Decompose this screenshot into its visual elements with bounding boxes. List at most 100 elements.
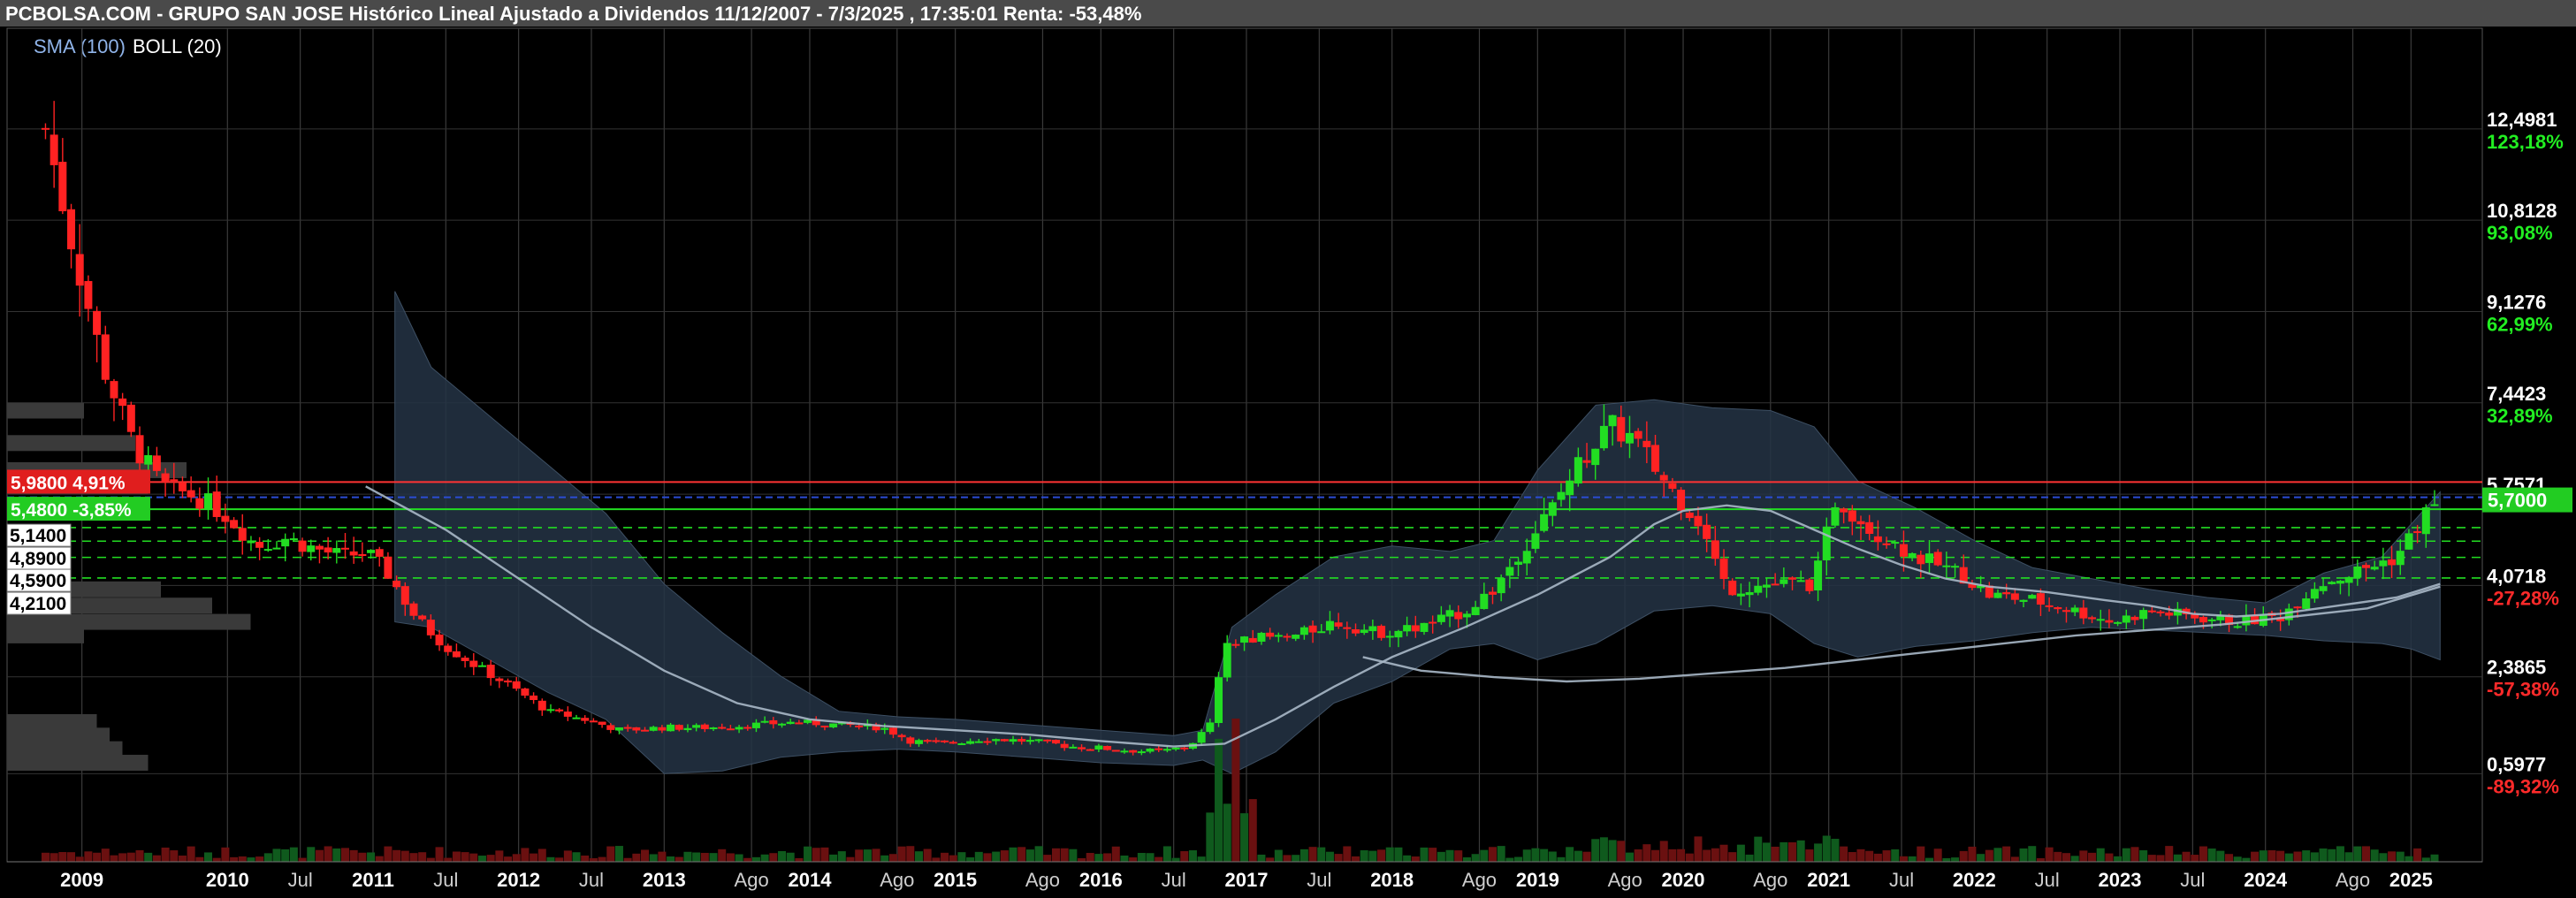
candle-body — [495, 678, 504, 681]
volume-bar — [1069, 849, 1078, 862]
candle-body — [2096, 619, 2105, 621]
candle-body — [1736, 593, 1745, 597]
volume-bar — [846, 856, 855, 862]
volume-bar — [1745, 854, 1754, 862]
volume-bar — [786, 852, 795, 862]
volume-bar — [409, 853, 418, 862]
volume-profile-bar — [7, 627, 84, 643]
candle-body — [932, 740, 941, 742]
volume-bar — [1642, 844, 1651, 862]
candle-body — [2207, 619, 2216, 621]
candle-body — [2036, 593, 2045, 605]
candle-body — [1445, 610, 1454, 617]
candle-body — [2088, 617, 2097, 620]
volume-bar — [1942, 857, 1951, 862]
volume-bar — [966, 857, 975, 862]
volume-bar — [247, 857, 255, 862]
candle-body — [1951, 566, 1960, 568]
volume-bar — [1908, 856, 1917, 862]
volume-bar — [589, 857, 598, 862]
volume-bar — [1171, 857, 1180, 862]
x-axis-label: Ago — [735, 869, 769, 891]
volume-bar — [1334, 854, 1343, 862]
volume-bar — [2088, 852, 2097, 862]
candle-body — [1343, 627, 1352, 629]
volume-bar — [84, 851, 93, 862]
candle-body — [1788, 577, 1797, 580]
right-axis: 12,4981123,18% 10,812893,08% 9,127662,99% 7… — [2482, 109, 2572, 797]
candle-body — [2165, 613, 2174, 616]
candle-body — [769, 719, 778, 725]
candle-body — [2370, 567, 2379, 570]
volume-bar — [1155, 856, 1163, 862]
volume-bar — [1274, 849, 1283, 862]
candle-body — [1625, 432, 1634, 444]
volume-bar — [135, 849, 144, 862]
volume-bar — [1403, 855, 1412, 862]
volume-bar — [743, 857, 752, 862]
candle-body — [1917, 554, 1925, 565]
volume-bar — [2147, 855, 2156, 862]
volume-bar — [1599, 837, 1608, 862]
candle-body — [272, 547, 281, 550]
chart-canvas[interactable]: PCBOLSA.COM - GRUPO SAN JOSE Histórico L… — [0, 0, 2576, 898]
candle-body — [324, 547, 332, 553]
volume-bar — [1034, 846, 1043, 862]
volume-bar — [1703, 849, 1711, 862]
volume-bar — [2165, 846, 2174, 862]
x-axis-label: 2015 — [934, 869, 977, 891]
volume-bar — [1146, 853, 1155, 862]
volume-profile-bar — [7, 727, 110, 744]
axis-price-label: 9,1276 — [2487, 291, 2546, 313]
volume-bar — [709, 853, 718, 862]
x-axis-label: 2012 — [497, 869, 540, 891]
volume-bar — [1377, 849, 1386, 862]
candle-body — [1206, 722, 1215, 733]
candle-body — [1454, 612, 1463, 620]
volume-bar — [2173, 854, 2182, 862]
candle-body — [1411, 625, 1420, 632]
volume-bar — [606, 846, 615, 862]
volume-bar — [2002, 846, 2011, 862]
volume-bar — [2207, 849, 2216, 862]
candle-body — [2293, 606, 2302, 609]
candle-body — [1814, 560, 1823, 591]
axis-price-label: 10,8128 — [2487, 200, 2557, 222]
candle-body — [598, 721, 606, 726]
volume-bar — [1437, 851, 1445, 862]
volume-bar — [1856, 849, 1865, 862]
volume-bar — [1668, 849, 1677, 862]
volume-bar — [289, 847, 298, 862]
candle-body — [418, 615, 427, 620]
candle-body — [2430, 504, 2439, 506]
x-axis-label: Ago — [880, 869, 914, 891]
candle-body — [1522, 551, 1531, 564]
volume-bar — [392, 849, 401, 862]
candle-body — [2362, 565, 2371, 568]
candle-body — [1993, 592, 2002, 598]
x-axis-label: Jul — [1889, 869, 1914, 891]
candle-body — [307, 545, 316, 552]
candle-body — [1180, 747, 1189, 750]
candle-body — [1557, 491, 1566, 500]
candle-body — [2310, 589, 2319, 599]
candle-body — [649, 727, 658, 731]
volume-bar — [1694, 836, 1703, 862]
volume-bar — [1215, 738, 1223, 862]
volume-bar — [1180, 851, 1189, 862]
volume-bar — [477, 856, 486, 862]
candle-body — [760, 720, 769, 723]
candle-body — [1146, 748, 1155, 752]
candle-body — [289, 538, 298, 541]
volume-bar — [118, 853, 127, 862]
volume-bar — [812, 848, 820, 862]
candle-body — [2336, 581, 2344, 584]
candle-body — [1299, 627, 1308, 635]
volume-profile-bar — [7, 613, 251, 630]
volume-bar — [1617, 841, 1626, 862]
level-tag-text: 4,5900 — [10, 571, 66, 591]
candle-body — [212, 491, 221, 517]
candle-body — [358, 554, 367, 557]
volume-bar — [1933, 849, 1942, 862]
candle-body — [709, 727, 718, 730]
